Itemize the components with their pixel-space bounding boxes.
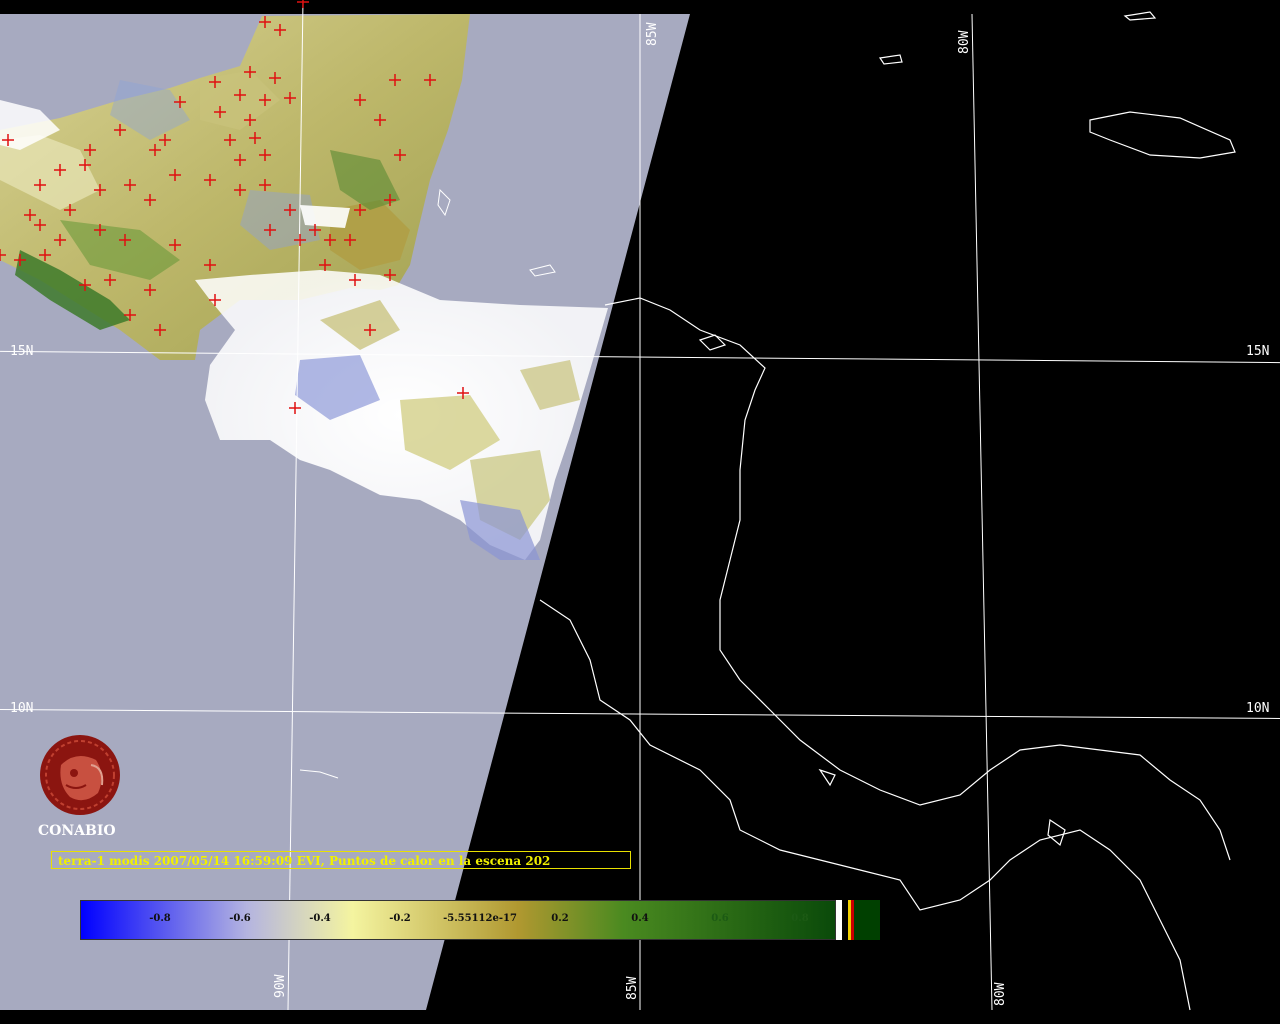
- lon-label-80w-top: 80W: [957, 30, 972, 54]
- lon-label-85w-bottom: 85W: [625, 976, 640, 1000]
- colorbar-tick-label: 0.2: [551, 913, 569, 924]
- colorbar-tick-label: -5.55112e-17: [443, 913, 517, 924]
- lon-label-90w: 90W: [273, 974, 288, 998]
- colorbar-extra-swatch: [854, 900, 880, 940]
- lon-label-85w-top: 85W: [645, 22, 660, 46]
- hotspot-marker: [297, 0, 309, 8]
- lat-label-10n-right: 10N: [1246, 701, 1269, 716]
- colorbar-tick-label: -0.8: [149, 913, 171, 924]
- evi-colorbar: -0.8 -0.6 -0.4 -0.2 -5.55112e-17 0.2 0.4 0.6 0.8: [80, 900, 880, 940]
- colorbar-tick-label: 0.6: [711, 913, 729, 924]
- lat-label-15n-right: 15N: [1246, 344, 1269, 359]
- lon-label-80w-bottom: 80W: [993, 982, 1008, 1006]
- conabio-logo: CONABIO: [36, 735, 132, 845]
- colorbar-tick-label: -0.2: [389, 913, 411, 924]
- colorbar-tick-label: 0.4: [631, 913, 649, 924]
- scene-caption: terra-1 modis 2007/05/14 16:59:09 EVI, P…: [51, 851, 631, 869]
- satellite-map: 15N 15N 10N 10N 85W 85W 80W 80W 90W: [0, 0, 1280, 1024]
- colorbar-tick-label: 0.8: [791, 913, 809, 924]
- logo-text: CONABIO: [38, 823, 116, 839]
- colorbar-ticks: -0.8 -0.6 -0.4 -0.2 -5.55112e-17 0.2 0.4 0.6 0.8: [80, 900, 836, 940]
- lat-label-10n-left: 10N: [10, 701, 33, 716]
- colorbar-tick-label: -0.6: [229, 913, 251, 924]
- conabio-logo-icon: [40, 735, 120, 815]
- grid-line-80w: [971, 13, 993, 1011]
- colorbar-tick-label: -0.4: [309, 913, 331, 924]
- lat-label-15n-left: 15N: [10, 344, 33, 359]
